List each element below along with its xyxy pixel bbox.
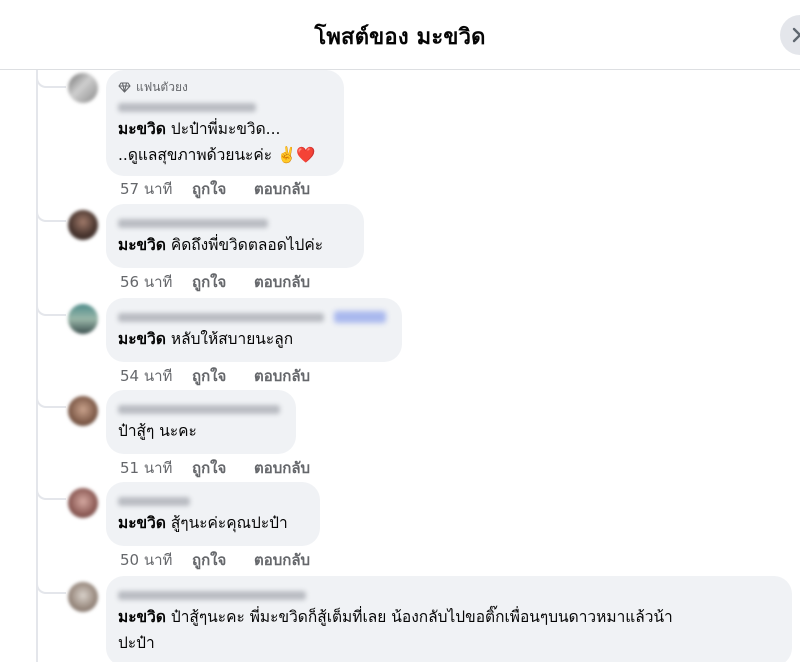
comment-author[interactable] [118, 400, 284, 418]
avatar[interactable] [68, 582, 98, 612]
thread-branch [36, 390, 66, 408]
like-button[interactable]: ถูกใจ [192, 548, 254, 572]
comment-timestamp[interactable]: 51 นาที [120, 456, 192, 480]
comment-text: มะขวิด คิดถึงพี่ขวิดตลอดไปค่ะ [118, 236, 324, 254]
comment-author[interactable] [118, 98, 332, 116]
mention-link[interactable]: มะขวิด [118, 514, 166, 532]
mention-link[interactable]: มะขวิด [118, 330, 166, 348]
comment-text: ป๋าสู้ๆ นะคะ [118, 422, 197, 440]
comment-timestamp[interactable]: 56 นาที [120, 270, 192, 294]
like-button[interactable]: ถูกใจ [192, 270, 254, 294]
close-icon [792, 27, 800, 43]
thread-branch [36, 70, 66, 88]
comment-timestamp[interactable]: 54 นาที [120, 364, 192, 388]
comment-actions: 54 นาที ถูกใจ ตอบกลับ [120, 366, 310, 386]
top-fan-badge[interactable]: แฟนตัวยง [118, 78, 332, 96]
comment-bubble: มะขวิด ป๋าสู้ๆนะคะ พี่มะขวิดก็สู้เต็มที่… [106, 576, 792, 662]
like-button[interactable]: ถูกใจ [192, 177, 254, 201]
avatar[interactable] [68, 488, 98, 518]
reply-button[interactable]: ตอบกลับ [254, 548, 310, 572]
comment-bubble: แฟนตัวยง มะขวิด ปะป๋าพี่มะขวิด... ..ดูแล… [106, 70, 344, 176]
thread-branch [36, 204, 66, 222]
reply-button[interactable]: ตอบกลับ [254, 364, 310, 388]
comment-bubble: มะขวิด สู้ๆนะค่ะคุณปะป๋า [106, 482, 320, 546]
thread-line [36, 70, 38, 662]
reply-button[interactable]: ตอบกลับ [254, 270, 310, 294]
comment-actions: 56 นาที ถูกใจ ตอบกลับ [120, 272, 310, 292]
page-title: โพสต์ของ มะขวิด [314, 25, 486, 50]
comment-author[interactable] [118, 586, 780, 604]
comment-text: มะขวิด ป๋าสู้ๆนะคะ พี่มะขวิดก็สู้เต็มที่… [118, 608, 673, 626]
avatar[interactable] [68, 304, 98, 334]
comment-bubble: ป๋าสู้ๆ นะคะ [106, 390, 296, 454]
post-header: โพสต์ของ มะขวิด [0, 0, 800, 70]
mention-link[interactable]: มะขวิด [118, 608, 166, 626]
thread-branch [36, 482, 66, 500]
comment-thread: แฟนตัวยง มะขวิด ปะป๋าพี่มะขวิด... ..ดูแล… [0, 70, 800, 662]
comment-text: มะขวิด หลับให้สบายนะลูก [118, 330, 294, 348]
thread-branch [36, 576, 66, 594]
comment-text: ..ดูแลสุขภาพด้วยนะค่ะ ✌️❤️ [118, 146, 316, 164]
comment-author[interactable] [118, 214, 352, 232]
comment-timestamp[interactable]: 57 นาที [120, 177, 192, 201]
comment-actions: 50 นาที ถูกใจ ตอบกลับ [120, 550, 310, 570]
comment-text: มะขวิด ปะป๋าพี่มะขวิด... [118, 120, 281, 138]
reply-button[interactable]: ตอบกลับ [254, 177, 310, 201]
avatar[interactable] [68, 396, 98, 426]
comment-timestamp[interactable]: 50 นาที [120, 548, 192, 572]
avatar[interactable] [68, 210, 98, 240]
comment-author[interactable] [118, 492, 308, 510]
like-button[interactable]: ถูกใจ [192, 364, 254, 388]
comment-actions: 57 นาที ถูกใจ ตอบกลับ [120, 179, 310, 199]
like-button[interactable]: ถูกใจ [192, 456, 254, 480]
mention-link[interactable]: มะขวิด [118, 236, 166, 254]
mention-link[interactable]: มะขวิด [118, 120, 166, 138]
avatar[interactable] [68, 73, 98, 103]
diamond-icon [118, 81, 131, 93]
comment-author[interactable] [118, 308, 390, 326]
thread-branch [36, 298, 66, 316]
comment-actions: 51 นาที ถูกใจ ตอบกลับ [120, 458, 310, 478]
comment-text: มะขวิด สู้ๆนะค่ะคุณปะป๋า [118, 514, 288, 532]
comment-text: ปะป๋า [118, 634, 155, 652]
reply-button[interactable]: ตอบกลับ [254, 456, 310, 480]
comment-bubble: มะขวิด หลับให้สบายนะลูก [106, 298, 402, 362]
comment-bubble: มะขวิด คิดถึงพี่ขวิดตลอดไปค่ะ [106, 204, 364, 268]
badge-label: แฟนตัวยง [136, 79, 188, 94]
